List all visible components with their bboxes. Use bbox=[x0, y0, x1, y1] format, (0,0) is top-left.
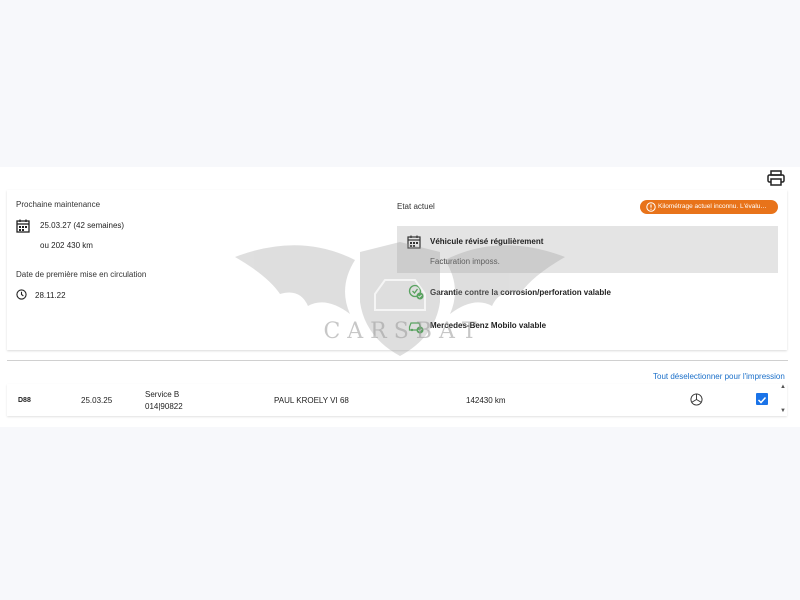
clock-icon bbox=[16, 289, 27, 300]
row-date: 25.03.25 bbox=[81, 396, 113, 405]
row-reference: 014|90822 bbox=[145, 402, 183, 411]
mileage-warning-badge[interactable]: Kilométrage actuel inconnu. L'évalu… bbox=[640, 200, 778, 214]
mobilo-status: Mercedes-Benz Mobilo valable bbox=[430, 321, 547, 330]
print-icon[interactable] bbox=[767, 170, 785, 186]
current-status-heading: Etat actuel bbox=[397, 202, 435, 211]
row-mileage: 142430 km bbox=[466, 396, 506, 405]
mercedes-star-icon bbox=[690, 393, 703, 406]
service-status-title: Véhicule révisé régulièrement bbox=[430, 237, 544, 246]
calendar-icon bbox=[16, 219, 30, 233]
row-code: D88 bbox=[18, 397, 31, 404]
car-check-icon bbox=[408, 322, 424, 334]
corrosion-warranty-status: Garantie contre la corrosion/perforation… bbox=[430, 288, 611, 297]
first-registration-heading: Date de première mise en circulation bbox=[16, 270, 147, 279]
row-service: Service B bbox=[145, 390, 180, 399]
next-maintenance-distance: ou 202 430 km bbox=[40, 241, 93, 250]
deselect-all-link[interactable]: Tout déselectionner pour l'impression bbox=[653, 372, 785, 381]
calendar-icon bbox=[407, 235, 421, 249]
service-status-subtitle: Facturation imposs. bbox=[430, 257, 500, 266]
shield-check-icon bbox=[408, 284, 424, 300]
row-print-checkbox[interactable] bbox=[756, 393, 768, 405]
scroll-down-arrow[interactable]: ▼ bbox=[780, 408, 786, 414]
table-row[interactable] bbox=[7, 384, 787, 416]
scroll-up-arrow[interactable]: ▲ bbox=[780, 384, 786, 390]
check-icon bbox=[757, 396, 767, 404]
warning-icon bbox=[646, 202, 656, 212]
first-registration-date: 28.11.22 bbox=[35, 291, 66, 300]
maintenance-heading: Prochaine maintenance bbox=[16, 200, 101, 209]
row-workshop: PAUL KROELY VI 68 bbox=[274, 396, 349, 405]
mileage-warning-text: Kilométrage actuel inconnu. L'évalu… bbox=[658, 203, 767, 210]
section-divider bbox=[7, 360, 788, 361]
next-maintenance-date: 25.03.27 (42 semaines) bbox=[40, 221, 125, 230]
